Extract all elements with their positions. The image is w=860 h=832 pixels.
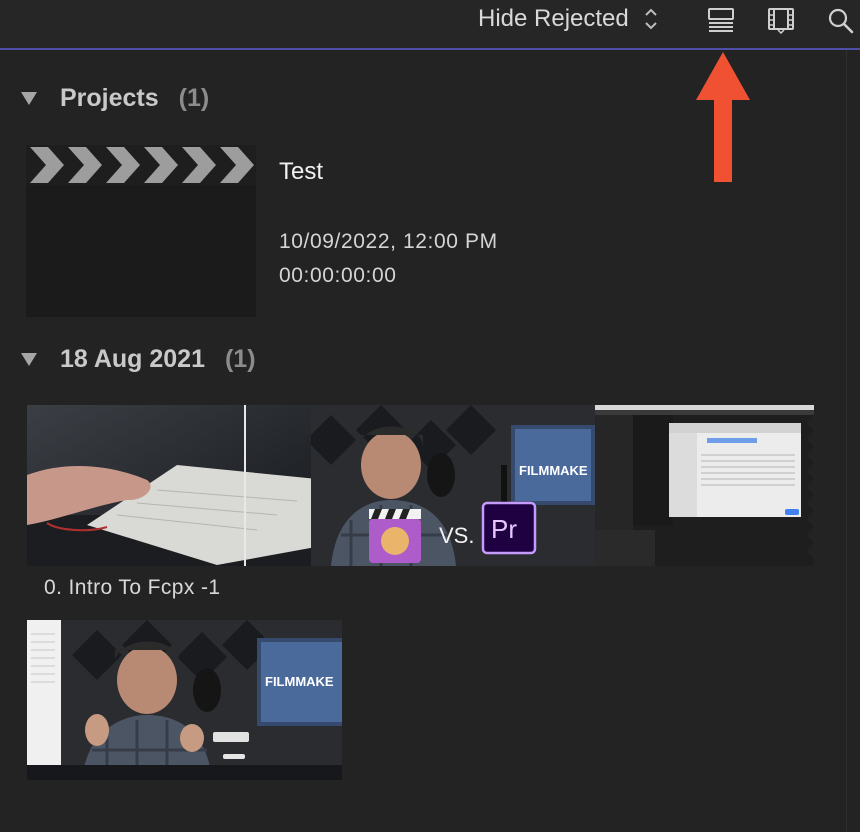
clip-name: 0. Intro To Fcpx -1 xyxy=(44,576,221,599)
clip-frame-fcpx-vs-premiere: FILMMAKE VS. Pr xyxy=(311,405,595,566)
vs-text: VS. xyxy=(439,523,474,548)
project-timecode: 00:00:00:00 xyxy=(279,264,397,287)
section-title: 18 Aug 2021 xyxy=(60,344,205,373)
clip-filter-label: Hide Rejected xyxy=(478,5,629,32)
clip-frame-keyboard xyxy=(27,405,311,566)
filmstrip-view-icon[interactable] xyxy=(766,6,796,34)
monitor-brand-text: FILMMAKE xyxy=(519,463,588,478)
section-count: (1) xyxy=(224,344,256,373)
toolbar-divider xyxy=(0,48,860,50)
chevron-updown-icon xyxy=(645,8,657,30)
monitor-brand-text: FILMMAKE xyxy=(265,674,334,689)
disclosure-triangle-icon xyxy=(21,353,37,366)
clip-filter-popup[interactable]: Hide Rejected xyxy=(478,5,659,33)
project-date: 10/09/2022, 12:00 PM xyxy=(279,230,498,253)
event-browser: Hide Rejected Projects (1) Test 10/09/20… xyxy=(0,0,860,832)
search-icon[interactable] xyxy=(826,6,856,34)
scrollbar[interactable] xyxy=(846,50,847,832)
annotation-arrow-icon xyxy=(696,52,750,182)
section-title: Projects xyxy=(60,83,159,112)
project-thumbnail-clapper-icon[interactable] xyxy=(26,145,256,317)
project-name: Test xyxy=(279,158,324,185)
premiere-logo-text: Pr xyxy=(491,514,517,544)
list-view-icon[interactable] xyxy=(706,6,736,34)
clip-frame-finder-screen xyxy=(595,405,814,566)
clip-filmstrip-2[interactable]: FILMMAKE xyxy=(27,620,342,780)
section-header-projects[interactable]: Projects (1) xyxy=(20,81,209,115)
disclosure-triangle-icon xyxy=(21,92,37,105)
section-header-date[interactable]: 18 Aug 2021 (1) xyxy=(20,342,256,376)
section-count: (1) xyxy=(178,83,210,112)
clip-filmstrip[interactable]: FILMMAKE VS. Pr xyxy=(27,405,814,566)
browser-toolbar: Hide Rejected xyxy=(0,0,860,48)
clip-frame-presenter: FILMMAKE xyxy=(27,620,342,780)
